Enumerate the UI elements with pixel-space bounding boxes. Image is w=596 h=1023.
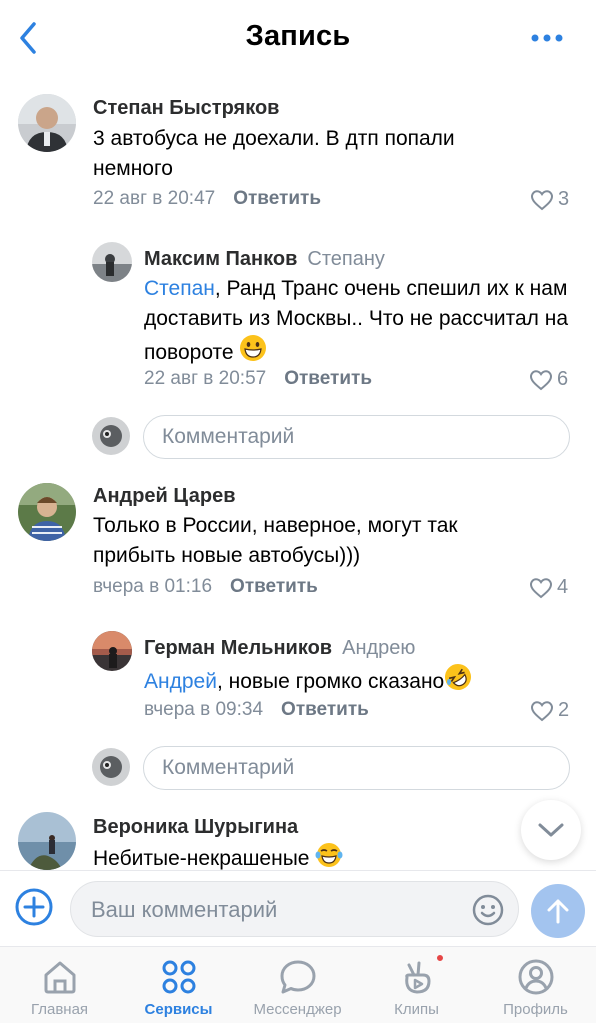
comment-text: 3 автобуса не доехали. В дтп попали немн…: [93, 127, 455, 180]
comment-author[interactable]: Максим Панков Степану: [144, 248, 385, 271]
thread-reply-input[interactable]: Комментарий: [143, 415, 570, 459]
comment-body: , новые громко сказано: [216, 670, 445, 693]
chat-bubble-icon: [280, 960, 316, 994]
tab-label: Мессенджер: [253, 1001, 342, 1018]
tears-of-joy-face-icon: [315, 843, 343, 867]
add-attachment-button[interactable]: [14, 887, 54, 927]
comment-author[interactable]: Степан Быстряков: [93, 97, 279, 120]
scroll-down-button[interactable]: [521, 800, 581, 860]
tab-home[interactable]: Главная: [0, 947, 119, 1023]
comment-text: Андрей, новые громко сказано: [144, 663, 574, 697]
more-dots-icon: [531, 34, 563, 42]
avatar[interactable]: [18, 483, 76, 541]
comment-time: 22 авг в 20:47: [93, 188, 216, 209]
comment-author[interactable]: Андрей Царев: [93, 485, 236, 508]
comment-composer: Ваш комментарий: [0, 870, 596, 946]
profile-icon: [518, 959, 554, 995]
page-title: Запись: [245, 20, 351, 52]
home-icon: [44, 961, 76, 994]
my-avatar: [92, 748, 130, 786]
tab-services[interactable]: Сервисы: [119, 947, 238, 1023]
more-button[interactable]: [526, 26, 570, 50]
reply-to-label: Андрею: [342, 637, 416, 659]
tab-label: Главная: [30, 1001, 89, 1018]
comment-author[interactable]: Герман Мельников Андрею: [144, 637, 415, 660]
mention-link[interactable]: Андрей: [144, 670, 217, 693]
bottom-tab-bar: Главная Сервисы Мессенджер Клипы Профиль: [0, 946, 596, 1023]
smile-icon: [472, 894, 504, 926]
comment-time: 22 авг в 20:57: [144, 368, 267, 389]
comment-text: Степан, Ранд Транс очень спешил их к нам…: [144, 274, 574, 368]
input-placeholder: Комментарий: [162, 756, 295, 779]
comment-meta: вчера в 01:16 Ответить: [93, 576, 318, 598]
heart-icon: [530, 189, 554, 210]
like-count: 3: [558, 188, 570, 210]
author-name: Герман Мельников: [144, 637, 333, 659]
tab-label: Клипы: [394, 1001, 439, 1018]
services-grid-icon: [162, 960, 196, 994]
comment-body: Небитые-некрашеные: [93, 847, 310, 870]
rolling-laughing-face-icon: [445, 664, 472, 690]
chevron-down-icon: [538, 823, 564, 837]
avatar[interactable]: [18, 94, 76, 152]
input-placeholder: Комментарий: [162, 425, 295, 448]
mention-link[interactable]: Степан: [144, 277, 215, 300]
avatar[interactable]: [18, 812, 76, 870]
comment-meta: вчера в 09:34 Ответить: [144, 699, 369, 721]
avatar[interactable]: [92, 631, 132, 671]
tab-profile[interactable]: Профиль: [476, 947, 595, 1023]
comment-input[interactable]: Ваш комментарий: [70, 881, 519, 937]
comment-time: вчера в 09:34: [144, 699, 264, 720]
like-button[interactable]: 2: [530, 699, 569, 722]
comment-text: Только в России, наверное, могут так при…: [93, 514, 458, 567]
tab-messenger[interactable]: Мессенджер: [238, 947, 357, 1023]
comment-meta: 22 авг в 20:57 Ответить: [144, 368, 372, 390]
thread-reply-input[interactable]: Комментарий: [143, 746, 570, 790]
like-count: 6: [557, 368, 569, 390]
heart-icon: [530, 700, 554, 721]
like-button[interactable]: 4: [529, 576, 568, 599]
arrow-up-icon: [547, 899, 569, 924]
heart-icon: [529, 577, 553, 598]
notification-badge: [435, 953, 445, 963]
heart-icon: [529, 369, 553, 390]
avatar[interactable]: [92, 242, 132, 282]
tab-clips[interactable]: Клипы: [357, 947, 476, 1023]
tab-label: Сервисы: [144, 1001, 213, 1018]
input-placeholder: Ваш комментарий: [91, 897, 278, 922]
plus-circle-icon: [15, 888, 53, 926]
clips-icon: [405, 961, 431, 994]
like-count: 4: [557, 576, 569, 598]
tab-label: Профиль: [503, 1001, 568, 1018]
reply-button[interactable]: Ответить: [230, 576, 318, 597]
reply-button[interactable]: Ответить: [233, 188, 321, 209]
reply-button[interactable]: Ответить: [281, 699, 369, 720]
send-button[interactable]: [531, 884, 585, 938]
reply-button[interactable]: Ответить: [284, 368, 372, 389]
grinning-face-icon: [240, 335, 267, 361]
comment-meta: 22 авг в 20:47 Ответить: [93, 188, 321, 210]
my-avatar: [92, 417, 130, 455]
top-bar: Запись: [0, 0, 596, 80]
comment-author[interactable]: Вероника Шурыгина: [93, 816, 298, 839]
like-button[interactable]: 6: [529, 368, 568, 391]
like-count: 2: [558, 699, 570, 721]
reply-to-label: Степану: [307, 248, 385, 270]
like-button[interactable]: 3: [530, 188, 569, 211]
author-name: Максим Панков: [144, 248, 298, 270]
emoji-button[interactable]: [472, 894, 504, 926]
comment-time: вчера в 01:16: [93, 576, 213, 597]
